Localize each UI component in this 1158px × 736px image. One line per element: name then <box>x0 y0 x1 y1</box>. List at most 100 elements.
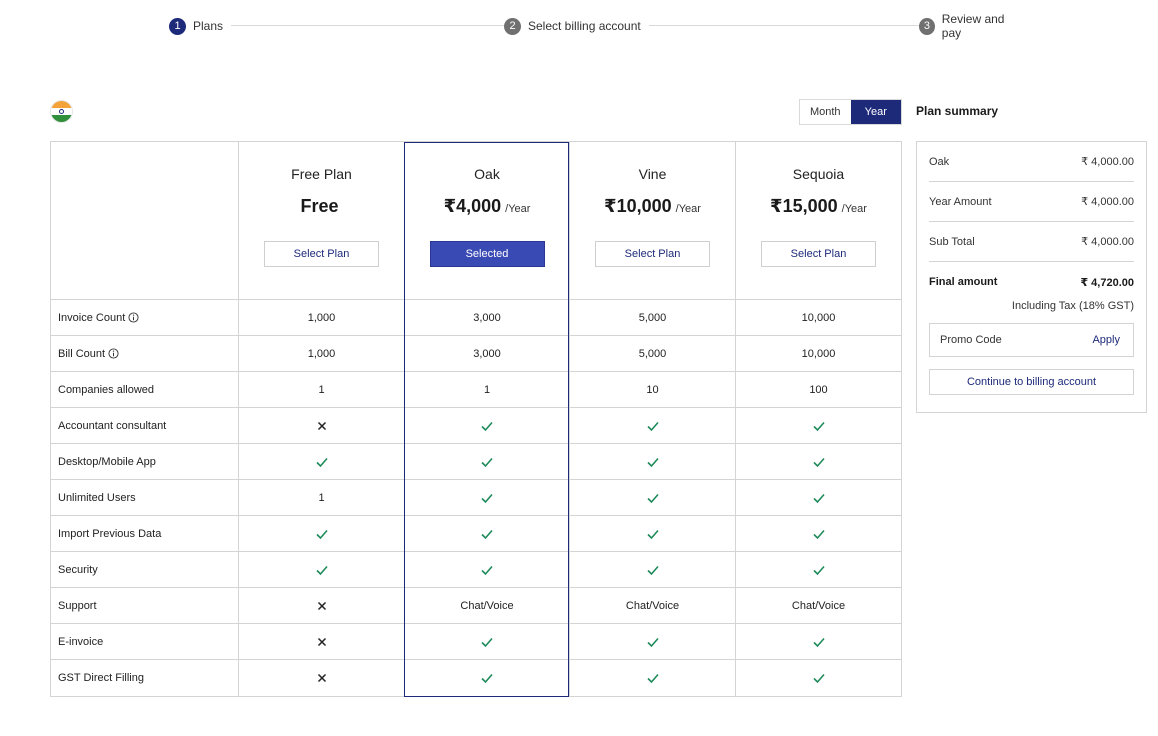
feature-label: Invoice Count <box>58 311 126 324</box>
check-icon <box>480 527 494 541</box>
feature-label-cell: Companies allowed <box>51 372 239 407</box>
step-billing-account[interactable]: 2 Select billing account <box>504 16 649 36</box>
feature-value-cell: 1 <box>239 372 405 407</box>
feature-label-cell: Security <box>51 552 239 587</box>
india-flag-icon[interactable] <box>50 100 73 123</box>
feature-row: Import Previous Data <box>51 516 901 552</box>
feature-value-cell <box>239 624 405 659</box>
check-icon <box>646 671 660 685</box>
step-label: Review and pay <box>941 12 1005 40</box>
info-icon[interactable] <box>105 348 119 359</box>
select-plan-button-vine[interactable]: Select Plan <box>595 241 710 267</box>
feature-value-cell: 3,000 <box>405 300 570 335</box>
step-number: 2 <box>504 17 521 35</box>
check-icon <box>812 527 826 541</box>
check-icon <box>480 419 494 433</box>
apply-promo-button[interactable]: Apply <box>1092 334 1120 346</box>
plan-name: Sequoia <box>792 166 845 182</box>
selected-plan-button-oak[interactable]: Selected <box>429 241 545 267</box>
check-icon <box>480 563 494 577</box>
feature-value-cell <box>736 480 901 515</box>
feature-row: Invoice Count 1,000 3,000 5,000 10,000 <box>51 300 901 336</box>
feature-value-cell <box>570 444 736 479</box>
feature-value: 10,000 <box>801 311 836 324</box>
feature-value-cell: 5,000 <box>570 336 736 371</box>
feature-row: Desktop/Mobile App <box>51 444 901 480</box>
check-icon <box>812 419 826 433</box>
step-label: Select billing account <box>528 19 641 33</box>
feature-row: Accountant consultant <box>51 408 901 444</box>
check-icon <box>646 527 660 541</box>
feature-label: E-invoice <box>58 635 104 648</box>
info-icon[interactable] <box>125 312 139 323</box>
summary-row: Oak ₹ 4,000.00 <box>929 142 1134 182</box>
feature-label-cell: Desktop/Mobile App <box>51 444 239 479</box>
feature-value-cell: Chat/Voice <box>405 588 570 623</box>
step-number: 1 <box>169 17 186 35</box>
promo-code-placeholder: Promo Code <box>940 334 1002 346</box>
feature-value-cell <box>405 516 570 551</box>
feature-value-cell <box>570 660 736 696</box>
check-icon <box>646 635 660 649</box>
feature-row: Companies allowed 1 1 10 100 <box>51 372 901 408</box>
step-plans[interactable]: 1 Plans <box>169 16 232 36</box>
cross-icon <box>315 671 329 685</box>
feature-value: 100 <box>809 383 828 396</box>
plans-comparison-table: Free Plan Free Select Plan Oak ₹4,000 /Y… <box>50 141 902 697</box>
check-icon <box>480 635 494 649</box>
plan-price-period: /Year <box>505 203 531 215</box>
check-icon <box>812 563 826 577</box>
feature-value-cell: Chat/Voice <box>736 588 901 623</box>
feature-value-cell <box>405 660 570 696</box>
feature-row: GST Direct Filling <box>51 660 901 696</box>
plan-price-amount: ₹4,000 <box>443 196 502 216</box>
plan-price-amount: ₹15,000 <box>770 196 838 216</box>
select-plan-button-free[interactable]: Select Plan <box>264 241 379 267</box>
check-icon <box>646 491 660 505</box>
plan-price-amount: ₹10,000 <box>604 196 672 216</box>
feature-value-cell: 1,000 <box>239 336 405 371</box>
feature-label: Accountant consultant <box>58 419 167 432</box>
feature-value: 10,000 <box>801 347 836 360</box>
year-toggle-button[interactable]: Year <box>850 100 901 124</box>
check-icon <box>480 671 494 685</box>
feature-label-cell: Invoice Count <box>51 300 239 335</box>
final-amount-row: Final amount ₹ 4,720.00 <box>929 262 1134 302</box>
feature-label: Bill Count <box>58 347 106 360</box>
plan-summary-panel: Oak ₹ 4,000.00 Year Amount ₹ 4,000.00 Su… <box>916 141 1147 413</box>
check-icon <box>812 671 826 685</box>
plan-card-oak: Oak ₹4,000 /Year Selected <box>405 142 570 299</box>
promo-code-field[interactable]: Promo Code Apply <box>929 323 1134 357</box>
feature-value-cell <box>239 660 405 696</box>
feature-value: Chat/Voice <box>625 599 680 612</box>
feature-label: Security <box>58 563 98 576</box>
feature-value-cell <box>736 516 901 551</box>
plan-card-free: Free Plan Free Select Plan <box>239 142 405 299</box>
feature-value-cell <box>736 408 901 443</box>
summary-row-value: ₹ 4,000.00 <box>1081 156 1134 168</box>
feature-value-cell: 1 <box>239 480 405 515</box>
feature-value-cell <box>239 588 405 623</box>
tax-note: Including Tax (18% GST) <box>1011 300 1134 312</box>
plan-summary-title: Plan summary <box>916 104 999 118</box>
feature-label: GST Direct Filling <box>58 672 144 684</box>
feature-label-cell: Import Previous Data <box>51 516 239 551</box>
feature-value-cell: 5,000 <box>570 300 736 335</box>
continue-to-billing-button[interactable]: Continue to billing account <box>929 369 1134 395</box>
summary-row-value: ₹ 4,000.00 <box>1081 196 1134 208</box>
select-plan-button-sequoia[interactable]: Select Plan <box>761 241 876 267</box>
feature-value-cell <box>736 444 901 479</box>
step-number: 3 <box>919 17 935 35</box>
empty-header-cell <box>51 142 239 299</box>
feature-value-cell: 3,000 <box>405 336 570 371</box>
plan-price: ₹4,000 /Year <box>444 196 531 218</box>
feature-value: 1 <box>483 383 491 396</box>
month-toggle-button[interactable]: Month <box>800 100 851 124</box>
stepper-line <box>229 25 509 26</box>
check-icon <box>812 635 826 649</box>
plan-card-vine: Vine ₹10,000 /Year Select Plan <box>570 142 736 299</box>
step-review-pay[interactable]: 3 Review and pay <box>919 12 1029 40</box>
feature-label-cell: E-invoice <box>51 624 239 659</box>
feature-value: 1,000 <box>307 347 336 360</box>
check-icon <box>812 491 826 505</box>
